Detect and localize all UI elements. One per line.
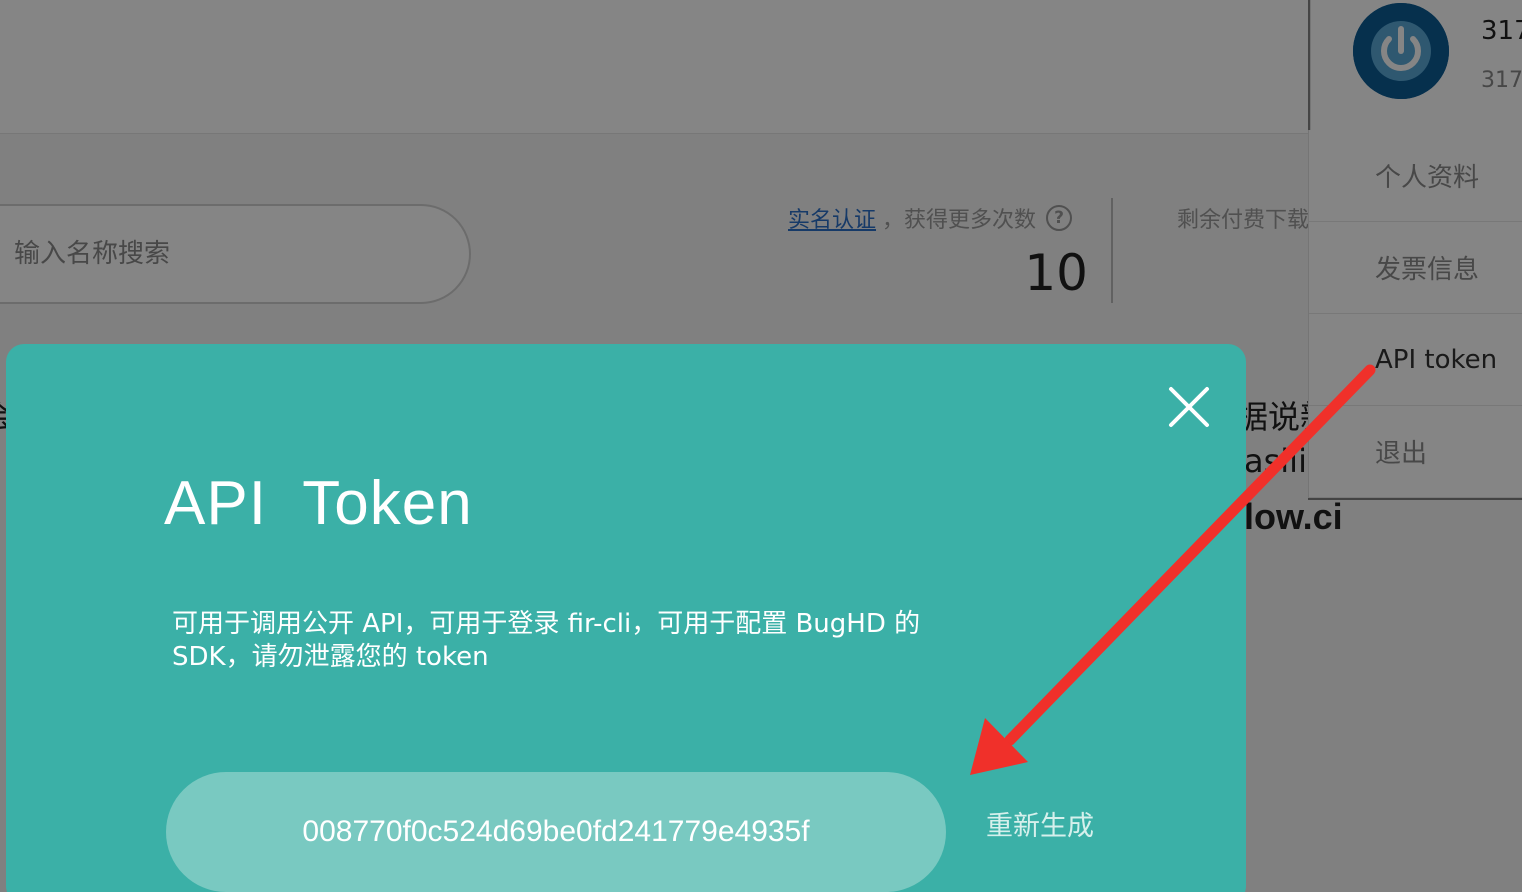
regenerate-button[interactable]: 重新生成 <box>986 804 1094 843</box>
menu-item-logout[interactable]: 退出 <box>1309 406 1522 498</box>
menu-item-invoice[interactable]: 发票信息 <box>1309 222 1522 314</box>
menu-item-label: 发票信息 <box>1375 255 1480 285</box>
menu-item-profile[interactable]: 个人资料 <box>1309 130 1522 222</box>
api-token-modal: API Token 可用于调用公开 API，可用于登录 fir-cli，可用于配… <box>6 344 1246 892</box>
menu-item-label: API token <box>1375 344 1498 375</box>
avatar[interactable] <box>1353 3 1449 99</box>
user-name: 317 <box>1481 16 1522 46</box>
menu-item-label: 个人资料 <box>1375 163 1480 193</box>
modal-description: 可用于调用公开 API，可用于登录 fir-cli，可用于配置 BugHD 的 … <box>172 609 921 672</box>
user-subtitle: 317 <box>1481 68 1522 93</box>
user-card[interactable]: 317 317 <box>1310 0 1522 132</box>
menu-item-label: 退出 <box>1375 439 1428 469</box>
menu-item-api-token[interactable]: API token <box>1309 314 1522 406</box>
power-logo-icon <box>1353 3 1449 99</box>
close-button[interactable] <box>1166 384 1212 430</box>
user-menu: 个人资料 发票信息 API token 退出 <box>1308 130 1522 498</box>
token-field[interactable]: 008770f0c524d69be0fd241779e4935f <box>166 772 946 892</box>
modal-title: API Token <box>164 469 473 538</box>
close-icon <box>1169 387 1209 427</box>
